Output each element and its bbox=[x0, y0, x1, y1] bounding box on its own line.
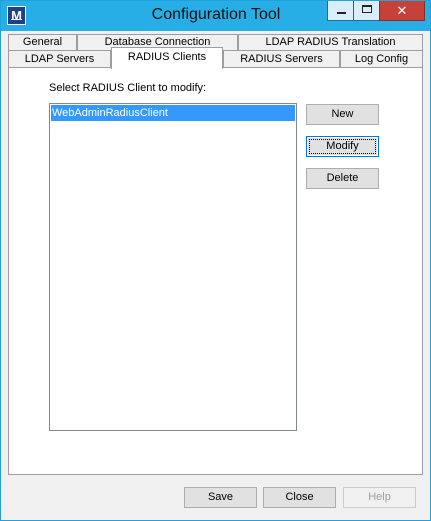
new-button[interactable]: New bbox=[306, 104, 379, 125]
maximize-icon bbox=[362, 5, 372, 13]
save-button-label: Save bbox=[207, 491, 234, 503]
tab-label: RADIUS Clients bbox=[127, 51, 207, 63]
tab-general[interactable]: General bbox=[8, 34, 77, 50]
tab-label: LDAP RADIUS Translation bbox=[265, 36, 396, 48]
save-button[interactable]: Save bbox=[184, 487, 257, 508]
tab-label: RADIUS Servers bbox=[240, 53, 323, 65]
modify-button[interactable]: Modify bbox=[306, 136, 379, 157]
maximize-button[interactable] bbox=[353, 1, 380, 21]
tab-label: LDAP Servers bbox=[24, 53, 95, 65]
close-window-button[interactable]: ✕ bbox=[379, 1, 425, 21]
tab-label: Log Config bbox=[354, 53, 409, 65]
close-button-label: Close bbox=[285, 491, 314, 503]
new-button-label: New bbox=[331, 108, 354, 120]
configuration-tool-window: M Configuration Tool ✕ General Database … bbox=[0, 0, 431, 521]
delete-button[interactable]: Delete bbox=[306, 168, 379, 189]
app-logo-icon[interactable]: M bbox=[7, 6, 26, 25]
select-client-label: Select RADIUS Client to modify: bbox=[49, 82, 207, 94]
minimize-icon bbox=[337, 12, 346, 14]
delete-button-label: Delete bbox=[326, 172, 359, 184]
close-icon: ✕ bbox=[396, 3, 408, 18]
minimize-button[interactable] bbox=[327, 1, 354, 21]
title-bar[interactable]: M Configuration Tool ✕ bbox=[1, 1, 430, 31]
tab-radius-clients[interactable]: RADIUS Clients bbox=[111, 47, 223, 69]
close-button[interactable]: Close bbox=[263, 487, 336, 508]
tab-log-config[interactable]: Log Config bbox=[340, 50, 423, 67]
tab-ldap-radius-translation[interactable]: LDAP RADIUS Translation bbox=[238, 34, 423, 50]
help-button: Help bbox=[343, 487, 416, 508]
radius-client-list[interactable]: WebAdminRadiusClient bbox=[49, 103, 297, 431]
tab-ldap-servers[interactable]: LDAP Servers bbox=[8, 50, 111, 67]
list-item[interactable]: WebAdminRadiusClient bbox=[51, 105, 295, 121]
tab-label: General bbox=[22, 36, 63, 48]
window-title: Configuration Tool bbox=[151, 6, 281, 23]
tab-radius-servers[interactable]: RADIUS Servers bbox=[223, 50, 340, 67]
help-button-label: Help bbox=[368, 491, 391, 503]
